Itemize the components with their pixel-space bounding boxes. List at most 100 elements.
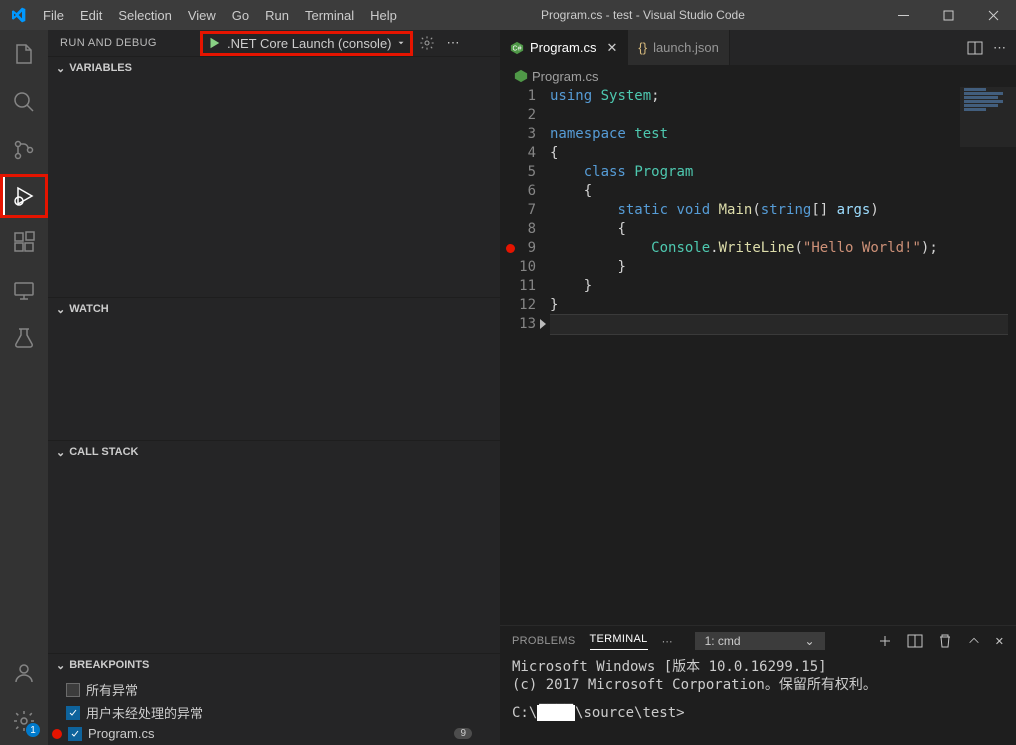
settings-badge: 1 [26,723,40,737]
pane-watch-header[interactable]: ⌄WATCH [48,298,500,320]
maximize-button[interactable] [926,0,971,30]
line-number[interactable]: 2 [500,106,536,125]
breakpoint-item[interactable]: Program.cs9 [48,724,500,743]
code-line[interactable] [550,106,1008,125]
line-number[interactable]: 11 [500,277,536,296]
launch-config-dropdown[interactable]: .NET Core Launch (console) [227,36,406,51]
launch-config-selector[interactable]: .NET Core Launch (console) [200,31,413,56]
csharp-file-icon [514,69,528,83]
extensions-icon[interactable] [0,218,48,266]
line-number[interactable]: 7 [500,201,536,220]
checkbox[interactable] [66,706,80,720]
pane-callstack-header[interactable]: ⌄CALL STACK [48,441,500,463]
chevron-down-icon: ⌄ [805,634,815,648]
chevron-down-icon: ⌄ [56,303,65,316]
pane-callstack: ⌄CALL STACK [48,440,500,653]
run-debug-icon[interactable] [0,174,48,218]
close-button[interactable] [971,0,1016,30]
close-panel-icon[interactable]: ✕ [995,635,1004,648]
new-terminal-icon[interactable] [877,633,893,649]
line-number[interactable]: 9 [500,239,536,258]
panel-tab-problems[interactable]: PROBLEMS [512,635,576,647]
search-icon[interactable] [0,78,48,126]
more-icon[interactable]: ⋯ [447,35,460,51]
pane-variables-header[interactable]: ⌄ VARIABLES [48,57,500,79]
code-line[interactable]: class Program [550,163,1008,182]
breadcrumb-label: Program.cs [532,69,598,84]
menu-help[interactable]: Help [362,0,405,30]
tab-bar: C# Program.cs ✕ {} launch.json ⋯ [500,30,1016,65]
play-icon[interactable] [207,36,221,50]
code-line[interactable] [550,314,1008,335]
code-line[interactable]: static void Main(string[] args) [550,201,1008,220]
breakpoint-item[interactable]: 所有异常 [48,678,500,701]
menu-go[interactable]: Go [224,0,257,30]
svg-text:C#: C# [513,45,522,52]
more-actions-icon[interactable]: ⋯ [993,40,1006,56]
menubar: File Edit Selection View Go Run Terminal… [35,0,405,30]
pane-breakpoints-title: BREAKPOINTS [69,659,149,671]
remote-icon[interactable] [0,266,48,314]
code-line[interactable]: Console.WriteLine("Hello World!"); [550,239,1008,258]
pane-breakpoints-header[interactable]: ⌄BREAKPOINTS [48,654,500,676]
menu-selection[interactable]: Selection [110,0,179,30]
line-number[interactable]: 6 [500,182,536,201]
split-editor-icon[interactable] [967,40,983,56]
terminal-body[interactable]: Microsoft Windows [版本 10.0.16299.15] (c)… [500,656,1016,745]
code-line[interactable]: { [550,144,1008,163]
json-file-icon: {} [638,40,647,55]
code-line[interactable]: namespace test [550,125,1008,144]
chevron-down-icon: ⌄ [56,62,65,75]
kill-terminal-icon[interactable] [937,633,953,649]
line-number[interactable]: 10 [500,258,536,277]
breadcrumb-file[interactable]: Program.cs [514,69,598,84]
line-number[interactable]: 5 [500,163,536,182]
line-number[interactable]: 13 [500,315,536,334]
close-icon[interactable]: ✕ [606,40,617,56]
code-line[interactable]: } [550,277,1008,296]
breadcrumb[interactable]: Program.cs [500,65,1016,87]
line-number[interactable]: 1 [500,87,536,106]
editor-body[interactable]: 12345678910111213 using System; namespac… [500,87,1016,625]
settings-icon[interactable]: 1 [0,697,48,745]
maximize-panel-icon[interactable] [967,634,981,648]
code-line[interactable]: } [550,258,1008,277]
code-line[interactable]: { [550,182,1008,201]
menu-view[interactable]: View [180,0,224,30]
chevron-down-icon: ⌄ [56,446,65,459]
line-number[interactable]: 3 [500,125,536,144]
vscode-logo-icon [0,7,35,23]
checkbox[interactable] [68,727,82,741]
split-terminal-icon[interactable] [907,633,923,649]
sidebar-title: RUN AND DEBUG [60,37,200,49]
launch-settings-icon[interactable] [419,35,435,51]
menu-run[interactable]: Run [257,0,297,30]
panel-tab-terminal[interactable]: TERMINAL [590,633,648,650]
minimize-button[interactable] [881,0,926,30]
testing-icon[interactable] [0,314,48,362]
more-icon[interactable]: ⋯ [662,635,673,648]
account-icon[interactable] [0,649,48,697]
source-control-icon[interactable] [0,126,48,174]
breakpoint-label: 所有异常 [86,680,138,699]
checkbox[interactable] [66,683,80,697]
menu-edit[interactable]: Edit [72,0,110,30]
pane-variables-title: VARIABLES [69,62,132,74]
code-line[interactable]: { [550,220,1008,239]
menu-terminal[interactable]: Terminal [297,0,362,30]
breakpoint-item[interactable]: 用户未经处理的异常 [48,701,500,724]
tab-program-cs[interactable]: C# Program.cs ✕ [500,30,628,65]
panel: PROBLEMS TERMINAL ⋯ 1: cmd⌄ ✕ Microsoft … [500,625,1016,745]
explorer-icon[interactable] [0,30,48,78]
line-number[interactable]: 12 [500,296,536,315]
tab-label: launch.json [653,40,719,55]
menu-file[interactable]: File [35,0,72,30]
line-number[interactable]: 4 [500,144,536,163]
terminal-selector[interactable]: 1: cmd⌄ [695,632,825,650]
tab-launch-json[interactable]: {} launch.json [628,30,729,65]
code-line[interactable]: using System; [550,87,1008,106]
minimap[interactable] [960,87,1016,147]
code-line[interactable]: } [550,296,1008,315]
breakpoint-label: 用户未经处理的异常 [86,703,203,722]
line-number[interactable]: 8 [500,220,536,239]
